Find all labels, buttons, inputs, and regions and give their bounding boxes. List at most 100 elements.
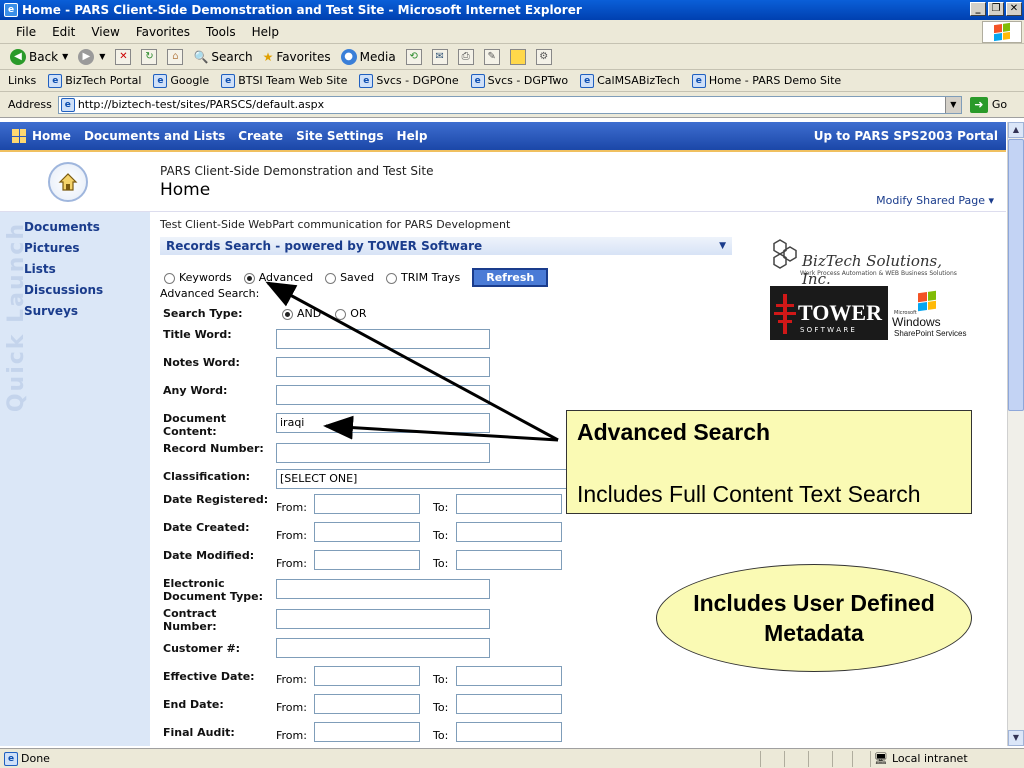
classification-select[interactable]: [SELECT ONE] <box>276 469 576 489</box>
media-button[interactable]: ● Media <box>340 48 396 65</box>
search-type-options: AND OR <box>282 307 367 320</box>
webpart-title-text: Records Search - powered by TOWER Softwa… <box>166 239 483 253</box>
mode-advanced[interactable]: Advanced <box>243 271 313 284</box>
menu-file[interactable]: File <box>16 25 36 39</box>
tower-software-logo: TOWER S O F T W A R E <box>770 286 888 340</box>
search-type-label: Search Type: <box>163 307 243 320</box>
final-audit-to-input[interactable] <box>456 722 562 742</box>
effective-date-from-input[interactable] <box>314 666 420 686</box>
date-created-to-input[interactable] <box>456 522 562 542</box>
refresh-button[interactable]: Refresh <box>472 268 549 287</box>
scroll-up-icon[interactable]: ▲ <box>1008 122 1024 138</box>
effective-date-to-input[interactable] <box>456 666 562 686</box>
radio-trim-trays[interactable] <box>386 272 398 284</box>
edit-icon[interactable]: ✎ <box>483 48 500 65</box>
quick-launch-discussions[interactable]: Discussions <box>24 283 103 297</box>
date-registered-to-input[interactable] <box>456 494 562 514</box>
link-biztech-portal[interactable]: e BizTech Portal <box>48 73 141 88</box>
research-icon[interactable]: ⚙ <box>535 48 552 65</box>
any-word-input[interactable] <box>276 385 490 405</box>
link-svcs-dgpone[interactable]: e Svcs - DGPOne <box>359 73 459 88</box>
date-modified-to-input[interactable] <box>456 550 562 570</box>
discuss-icon[interactable] <box>509 48 526 65</box>
nav-documents-and-lists[interactable]: Documents and Lists <box>84 129 225 143</box>
mode-saved[interactable]: Saved <box>325 271 374 284</box>
zone-label: Local intranet <box>891 752 968 765</box>
radio-and[interactable] <box>282 308 293 320</box>
end-date-from-input[interactable] <box>314 694 420 714</box>
record-number-input[interactable] <box>276 443 490 463</box>
go-button[interactable]: ➜ Go <box>969 96 1007 113</box>
forward-button[interactable]: ▶ ▼ <box>78 48 105 65</box>
notes-word-input[interactable] <box>276 357 490 377</box>
end-date-to-input[interactable] <box>456 694 562 714</box>
mail-icon[interactable]: ✉ <box>431 48 448 65</box>
sharepoint-logo-icon <box>12 129 26 143</box>
webpart-menu-icon[interactable]: ▼ <box>719 237 726 255</box>
date-modified-label: Date Modified: <box>163 549 255 562</box>
refresh-icon[interactable]: ↻ <box>141 48 158 65</box>
radio-saved[interactable] <box>325 272 337 284</box>
nav-site-settings[interactable]: Site Settings <box>296 129 383 143</box>
link-btsi-team[interactable]: e BTSI Team Web Site <box>221 73 347 88</box>
nav-help[interactable]: Help <box>397 129 428 143</box>
date-registered-from-input[interactable] <box>314 494 420 514</box>
quick-launch-surveys[interactable]: Surveys <box>24 304 78 318</box>
back-dropdown-icon[interactable]: ▼ <box>62 52 68 61</box>
date-modified-from-input[interactable] <box>314 550 420 570</box>
scroll-down-icon[interactable]: ▼ <box>1008 730 1024 746</box>
back-button[interactable]: ◀ Back ▼ <box>10 48 68 65</box>
print-icon[interactable]: ⎙ <box>457 48 474 65</box>
ie-page-icon: e <box>60 97 75 112</box>
menu-tools[interactable]: Tools <box>206 25 236 39</box>
maximize-button[interactable]: ❐ <box>988 2 1004 16</box>
search-type-or[interactable]: OR <box>335 307 367 320</box>
favorites-button[interactable]: ★ Favorites <box>263 50 331 64</box>
link-calmsabiztech[interactable]: e CalMSABizTech <box>580 73 680 88</box>
address-dropdown-icon[interactable]: ▼ <box>944 96 961 113</box>
search-type-and[interactable]: AND <box>282 307 321 320</box>
link-svcs-dgptwo[interactable]: e Svcs - DGPTwo <box>470 73 568 88</box>
document-content-input[interactable]: iraqi <box>276 413 490 433</box>
link-label: Home - PARS Demo Site <box>708 73 842 87</box>
minimize-button[interactable]: _ <box>970 2 986 16</box>
menu-favorites[interactable]: Favorites <box>136 25 190 39</box>
radio-or[interactable] <box>335 308 347 320</box>
link-pars-demo[interactable]: e Home - PARS Demo Site <box>691 73 842 88</box>
date-created-from-input[interactable] <box>314 522 420 542</box>
nav-home[interactable]: Home <box>32 129 71 143</box>
electronic-document-type-input[interactable] <box>276 579 490 599</box>
biztech-hexagon-icon <box>773 239 797 269</box>
vertical-scrollbar[interactable]: ▲ ▼ <box>1007 122 1024 746</box>
link-google[interactable]: e Google <box>153 73 209 88</box>
forward-dropdown-icon[interactable]: ▼ <box>99 52 105 61</box>
contract-number-input[interactable] <box>276 609 490 629</box>
modify-shared-page-menu[interactable]: Modify Shared Page ▾ <box>876 194 994 207</box>
scroll-thumb[interactable] <box>1008 139 1024 411</box>
ie-page-icon: e <box>221 73 236 88</box>
radio-keywords[interactable] <box>164 272 175 284</box>
history-icon[interactable]: ⟲ <box>405 48 422 65</box>
search-button[interactable]: 🔍 Search <box>193 50 252 64</box>
menu-view[interactable]: View <box>91 25 119 39</box>
mode-trim-trays[interactable]: TRIM Trays <box>386 271 460 284</box>
radio-advanced[interactable] <box>243 272 255 284</box>
nav-create[interactable]: Create <box>238 129 283 143</box>
address-bar: Address e http://biztech-test/sites/PARS… <box>0 92 1024 118</box>
close-button[interactable]: ✕ <box>1006 2 1022 16</box>
stop-icon[interactable]: ✕ <box>115 48 132 65</box>
portal-link[interactable]: Up to PARS SPS2003 Portal <box>814 129 998 143</box>
title-word-input[interactable] <box>276 329 490 349</box>
quick-launch-pictures[interactable]: Pictures <box>24 241 80 255</box>
final-audit-from-input[interactable] <box>314 722 420 742</box>
home-icon[interactable]: ⌂ <box>167 48 184 65</box>
quick-launch-documents[interactable]: Documents <box>24 220 100 234</box>
quick-launch-lists[interactable]: Lists <box>24 262 56 276</box>
mode-keywords[interactable]: Keywords <box>164 271 232 284</box>
ie-page-icon: e <box>691 73 706 88</box>
customer-number-input[interactable] <box>276 638 490 658</box>
home-house-icon[interactable] <box>48 162 88 202</box>
address-input[interactable]: e http://biztech-test/sites/PARSCS/defau… <box>57 95 962 114</box>
menu-edit[interactable]: Edit <box>52 25 75 39</box>
menu-help[interactable]: Help <box>252 25 279 39</box>
